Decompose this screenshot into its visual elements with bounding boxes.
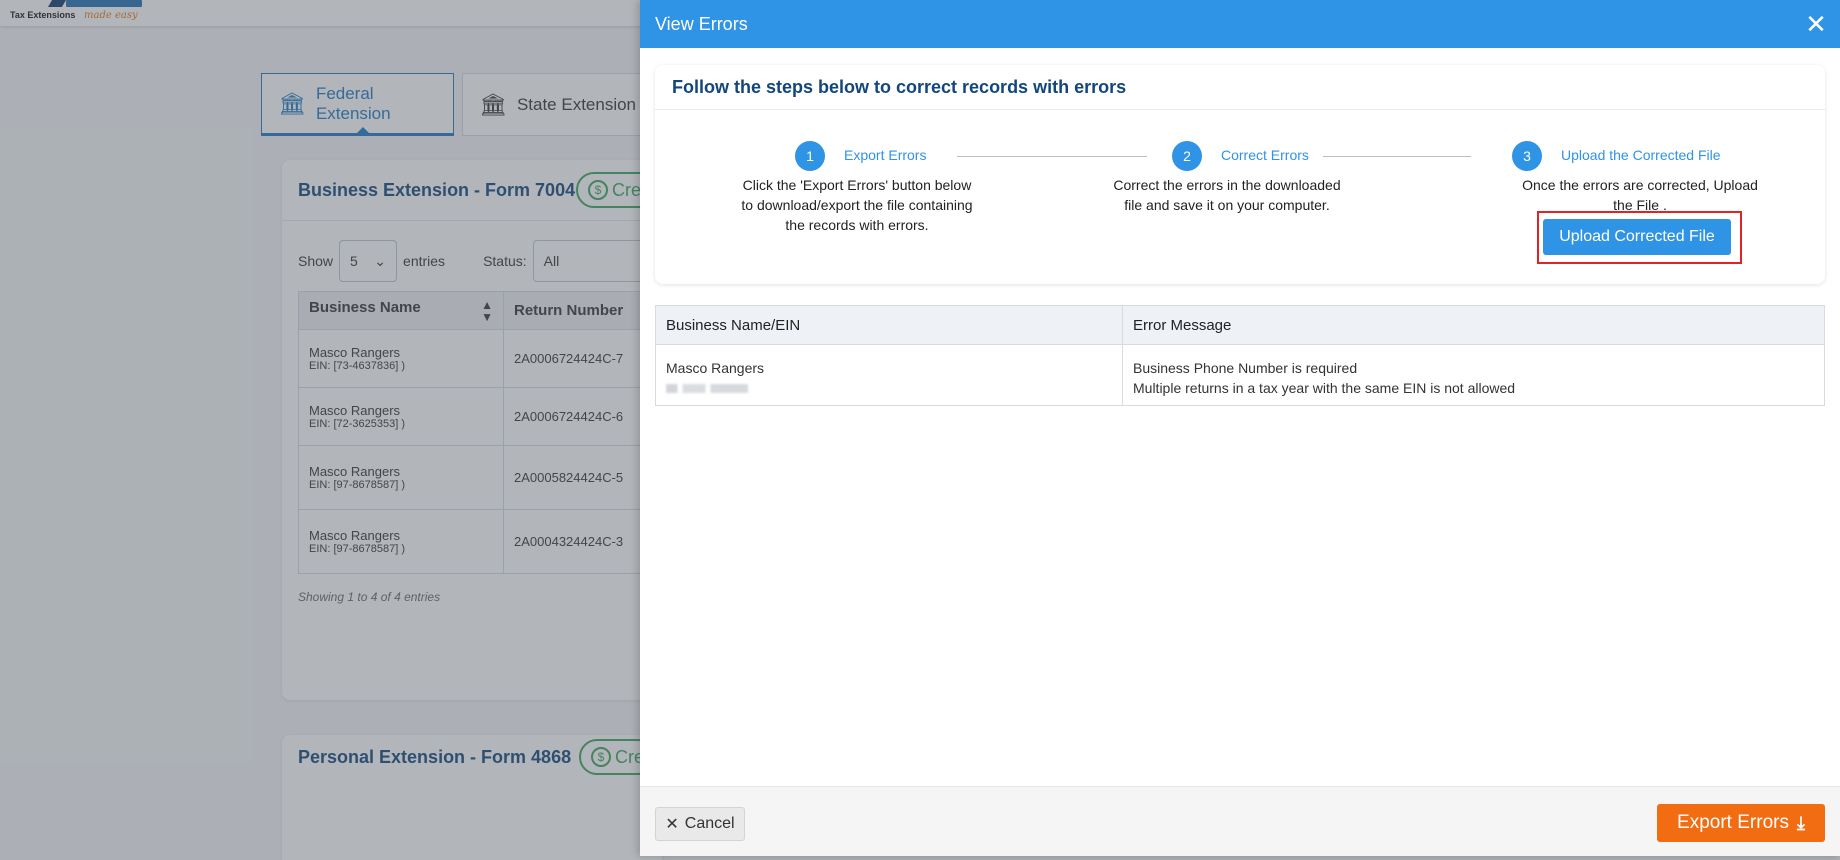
step-3-description: Once the errors are corrected, Upload th… xyxy=(1522,177,1758,213)
steps-heading: Follow the steps below to correct record… xyxy=(672,77,1127,97)
upload-corrected-file-button[interactable]: Upload Corrected File xyxy=(1543,219,1731,255)
redacted-ein xyxy=(666,384,748,393)
business-cell: Masco Rangers xyxy=(655,344,1123,406)
column-header-error-message: Error Message xyxy=(1122,305,1825,345)
errors-table: Business Name/EIN Error Message Masco Ra… xyxy=(655,305,1825,406)
export-label: Export Errors xyxy=(1677,812,1789,833)
error-message: Business Phone Number is required xyxy=(1133,360,1358,376)
error-message: Multiple returns in a tax year with the … xyxy=(1133,380,1516,396)
panel-header: View Errors ✕ xyxy=(640,0,1840,48)
cancel-button[interactable]: ✕ Cancel xyxy=(655,807,745,841)
panel-title: View Errors xyxy=(655,13,748,34)
step-1-description: Click the 'Export Errors' button below t… xyxy=(741,177,973,233)
view-errors-panel: View Errors ✕ Follow the steps below to … xyxy=(640,0,1840,856)
panel-footer: ✕ Cancel Export Errors ⤓ xyxy=(640,786,1840,856)
step-3-number: 3 xyxy=(1512,141,1542,171)
step-connector xyxy=(957,156,1147,157)
step-connector xyxy=(1323,156,1471,157)
error-message-cell: Business Phone Number is required Multip… xyxy=(1122,344,1825,406)
cancel-label: Cancel xyxy=(684,815,735,832)
close-icon[interactable]: ✕ xyxy=(1802,10,1830,38)
column-header-business-name-ein: Business Name/EIN xyxy=(655,305,1123,345)
steps-card: Follow the steps below to correct record… xyxy=(655,65,1825,284)
step-2-description: Correct the errors in the downloaded fil… xyxy=(1113,177,1341,213)
step-2-title: Correct Errors xyxy=(1221,147,1309,163)
step-2-number: 2 xyxy=(1172,141,1202,171)
close-icon: ✕ xyxy=(665,816,679,833)
step-3-title: Upload the Corrected File xyxy=(1561,147,1721,163)
download-icon: ⤓ xyxy=(1796,812,1805,833)
step-1-number: 1 xyxy=(795,141,825,171)
divider xyxy=(655,109,1825,110)
step-1-title: Export Errors xyxy=(844,147,927,163)
export-errors-button[interactable]: Export Errors ⤓ xyxy=(1657,804,1825,842)
table-row: Masco Rangers Business Phone Number is r… xyxy=(655,344,1825,406)
business-name: Masco Rangers xyxy=(666,360,765,376)
